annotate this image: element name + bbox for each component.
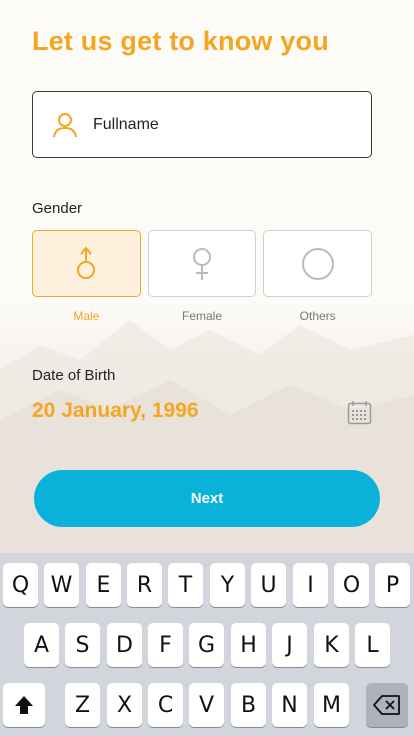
key-e[interactable]: E (86, 563, 121, 607)
keyboard-row-3: Z X C V B N M (0, 683, 414, 727)
key-l[interactable]: L (355, 623, 390, 667)
fullname-placeholder: Fullname (93, 115, 159, 133)
key-j[interactable]: J (272, 623, 307, 667)
shift-icon (15, 696, 33, 714)
gender-caption-others: Others (299, 309, 336, 323)
key-a[interactable]: A (24, 623, 59, 667)
person-icon (53, 112, 77, 137)
key-y[interactable]: Y (210, 563, 245, 607)
key-s[interactable]: S (65, 623, 100, 667)
key-c[interactable]: C (148, 683, 183, 727)
keyboard-row-2: A S D F G H J K L (0, 623, 414, 667)
key-q[interactable]: Q (3, 563, 38, 607)
circle-icon (301, 247, 334, 280)
gender-label: Gender (32, 200, 83, 217)
gender-caption-male: Male (73, 309, 100, 323)
backspace-icon (373, 695, 400, 715)
key-k[interactable]: K (314, 623, 349, 667)
key-h[interactable]: H (231, 623, 266, 667)
female-symbol-icon (193, 247, 211, 280)
keyboard-row-1: Q W E R T Y U I O P (0, 563, 414, 607)
key-o[interactable]: O (334, 563, 369, 607)
fullname-field[interactable]: Fullname (32, 91, 372, 158)
gender-caption-female: Female (182, 309, 223, 323)
key-b[interactable]: B (231, 683, 266, 727)
key-x[interactable]: X (107, 683, 142, 727)
key-i[interactable]: I (293, 563, 328, 607)
next-button[interactable]: Next (34, 470, 380, 527)
key-n[interactable]: N (272, 683, 307, 727)
key-g[interactable]: G (189, 623, 224, 667)
key-t[interactable]: T (168, 563, 203, 607)
dob-value[interactable]: 20 January, 1996 (32, 399, 199, 423)
backspace-key[interactable] (366, 683, 408, 727)
key-d[interactable]: D (107, 623, 142, 667)
key-z[interactable]: Z (65, 683, 100, 727)
key-v[interactable]: V (189, 683, 224, 727)
key-u[interactable]: U (251, 563, 286, 607)
dob-label: Date of Birth (32, 367, 116, 384)
male-symbol-icon (77, 245, 96, 279)
gender-option-female[interactable] (147, 230, 257, 297)
page-title: Let us get to know you (32, 26, 329, 56)
key-m[interactable]: M (314, 683, 349, 727)
calendar-icon[interactable] (347, 400, 372, 425)
onscreen-keyboard: Q W E R T Y U I O P A S D F G H J K L Z … (0, 553, 414, 736)
key-p[interactable]: P (375, 563, 410, 607)
gender-selector (32, 230, 373, 298)
key-r[interactable]: R (127, 563, 162, 607)
shift-key[interactable] (3, 683, 45, 727)
gender-captions: Male Female Others (32, 309, 372, 323)
gender-option-others[interactable] (263, 230, 373, 297)
key-f[interactable]: F (148, 623, 183, 667)
gender-option-male[interactable] (32, 230, 141, 297)
key-w[interactable]: W (44, 563, 79, 607)
